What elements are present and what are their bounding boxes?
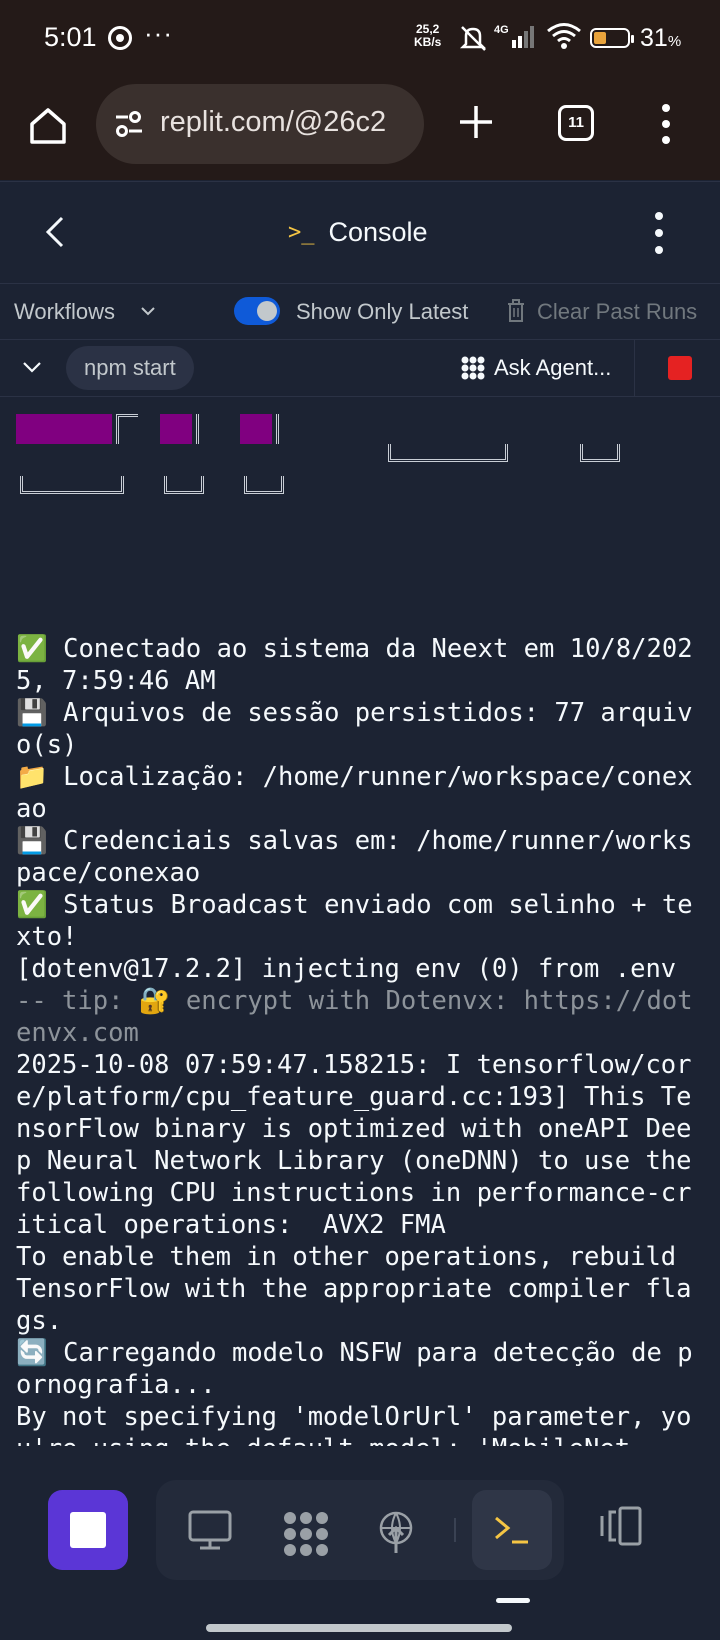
url-bar[interactable]: replit.com/@26c2 [96,84,424,164]
banner-frame [388,444,508,462]
console-icon [495,1516,528,1544]
dotenv-tip: -- tip: 🔐 encrypt with Dotenvx: https://… [16,986,693,1048]
deploy-tool[interactable] [356,1490,436,1570]
wifi-icon [547,23,581,49]
home-icon[interactable] [26,104,70,148]
bottom-toolbar [0,1446,720,1640]
run-toolbar: npm start Ask Agent... [0,340,720,397]
clear-past-runs-button[interactable]: Clear Past Runs [537,299,697,325]
chevron-down-icon[interactable] [22,360,42,374]
console-header: >_ Console [0,181,720,284]
agent-icon [461,356,485,380]
stop-button[interactable] [48,1490,128,1570]
tool-switcher [156,1480,564,1580]
banner-frame [116,414,138,444]
signal-icon: 4G [494,24,534,48]
show-only-latest-label[interactable]: Show Only Latest [296,299,468,325]
banner-block [160,414,192,444]
page-title: >_ Console [288,212,428,252]
gesture-home-bar[interactable] [206,1624,512,1632]
status-bar: 5:01 ··· 25,2 KB/s 4G 31% [0,0,720,78]
browser-chrome: 5:01 ··· 25,2 KB/s 4G 31% replit.com/@26… [0,0,720,180]
workflows-dropdown[interactable]: Workflows [14,299,115,325]
back-icon[interactable] [40,214,72,250]
mute-bell-icon [459,26,487,51]
svg-text:4G: 4G [494,24,509,36]
stop-icon [70,1512,106,1548]
site-settings-icon[interactable] [114,110,144,138]
agent-tool-icon [284,1512,328,1556]
app-notification-icon [108,26,132,50]
show-only-latest-toggle[interactable] [234,297,280,325]
net-speed: 25,2 KB/s [414,23,441,49]
banner-frame [580,444,620,462]
banner-block [16,414,112,444]
status-time: 5:01 [44,22,97,52]
chevron-down-icon[interactable] [140,305,156,317]
tabs-icon[interactable]: 11 [558,105,594,141]
log-lines: ✅ Conectado ao sistema da Neext em 10/8/… [16,634,693,984]
more-notifications-icon: ··· [144,18,173,48]
terminal-icon: >_ [288,219,315,245]
plus-icon[interactable] [456,102,496,142]
panels-icon[interactable] [598,1506,654,1546]
ask-agent-button[interactable]: Ask Agent... [460,354,611,382]
stop-run-button[interactable] [668,356,692,380]
webview-icon [188,1510,232,1550]
trash-icon [508,299,524,322]
banner-frame [164,476,204,494]
battery-icon [590,28,634,48]
agent-tool[interactable] [262,1490,342,1570]
banner-frame [276,414,284,444]
divider [634,340,635,396]
kebab-menu-icon[interactable] [652,212,666,254]
ask-agent-label: Ask Agent... [494,355,612,380]
console-tool[interactable] [472,1490,552,1570]
run-command-chip[interactable]: npm start [66,346,194,390]
battery-percent: 31% [640,24,682,52]
banner-block [240,414,272,444]
deploy-icon [379,1511,413,1553]
workflows-toolbar: Workflows Show Only Latest Clear Past Ru… [0,283,720,340]
menu-icon[interactable] [660,104,672,144]
url-text[interactable]: replit.com/@26c2 [160,106,386,139]
page-title-text: Console [328,216,428,247]
banner-frame [20,476,124,494]
net-speed-unit: KB/s [414,35,442,49]
log-lines-after: 2025-10-08 07:59:47.158215: I tensorflow… [16,1050,693,1464]
webview-tool[interactable] [168,1490,248,1570]
banner-frame [196,414,204,444]
console-log: ✅ Conectado ao sistema da Neext em 10/8/… [16,633,706,1465]
divider [454,1518,456,1542]
scroll-indicator [496,1598,530,1603]
banner-frame [244,476,284,494]
